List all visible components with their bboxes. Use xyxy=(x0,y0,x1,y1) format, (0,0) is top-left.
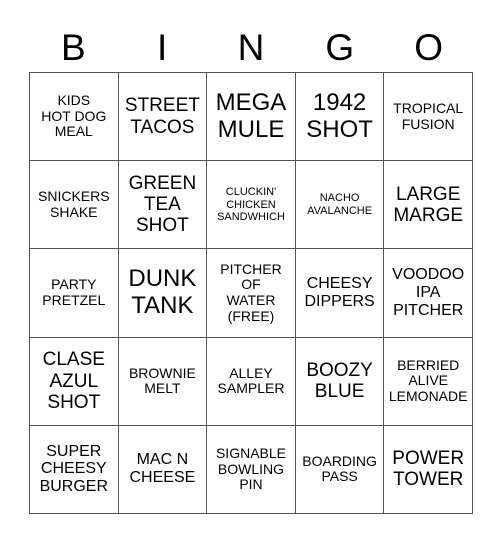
bingo-cell-label: TROPICAL FUSION xyxy=(393,99,464,132)
bingo-cell-label: STREET TACOS xyxy=(124,95,200,138)
bingo-cell[interactable]: CHEESY DIPPERS xyxy=(295,249,385,338)
bingo-cell[interactable]: BERRIED ALIVE LEMONADE xyxy=(384,337,473,426)
bingo-cell[interactable]: BOOZY BLUE xyxy=(295,337,385,426)
bingo-cell[interactable]: MEGA MULE xyxy=(207,73,296,162)
bingo-header: B I N G O xyxy=(29,24,473,72)
bingo-cell[interactable]: KIDS HOT DOG MEAL xyxy=(30,73,119,162)
bingo-cell-label: CLUCKIN' CHICKEN SANDWHICH xyxy=(217,186,285,223)
bingo-cell[interactable]: MAC N CHEESE xyxy=(118,425,208,514)
bingo-cell[interactable]: NACHO AVALANCHE xyxy=(295,161,385,250)
bingo-cell-label: GREEN TEA SHOT xyxy=(128,172,197,237)
bingo-cell[interactable]: STREET TACOS xyxy=(118,73,208,162)
bingo-cell-label: BERRIED ALIVE LEMONADE xyxy=(388,356,468,405)
header-letter-b: B xyxy=(61,27,86,68)
bingo-cell-label: BOARDING PASS xyxy=(302,452,377,485)
bingo-cell[interactable]: VOODOO IPA PITCHER xyxy=(384,249,473,338)
header-letter-i: I xyxy=(157,27,168,68)
bingo-cell-label: BOOZY BLUE xyxy=(306,359,373,403)
bingo-cell-label: DUNK TANK xyxy=(128,265,197,319)
bingo-grid: KIDS HOT DOG MEAL STREET TACOS MEGA MULE 19… xyxy=(29,72,473,514)
bingo-cell[interactable]: SIGNABLE BOWLING PIN xyxy=(207,425,296,514)
bingo-cell-label: NACHO AVALANCHE xyxy=(307,192,373,217)
bingo-cell[interactable]: BROWNIE MELT xyxy=(118,337,208,426)
bingo-cell[interactable]: LARGE MARGE xyxy=(384,161,473,250)
bingo-cell-label: ALLEY SAMPLER xyxy=(217,364,285,397)
bingo-cell[interactable]: PITCHER OF WATER (FREE) xyxy=(207,249,296,338)
bingo-cell[interactable]: DUNK TANK xyxy=(118,249,208,338)
bingo-cell[interactable]: CLUCKIN' CHICKEN SANDWHICH xyxy=(207,161,296,250)
bingo-cell-label: VOODOO IPA PITCHER xyxy=(392,266,465,319)
bingo-cell[interactable]: SNICKERS SHAKE xyxy=(30,161,119,250)
bingo-cell-label: PITCHER OF WATER (FREE) xyxy=(220,260,282,324)
bingo-cell-label: POWER TOWER xyxy=(392,448,465,491)
bingo-cell-label: MAC N CHEESE xyxy=(129,451,196,487)
bingo-cell-label: SNICKERS SHAKE xyxy=(38,188,110,220)
bingo-cell-label: 1942 SHOT xyxy=(306,88,373,143)
bingo-cell-label: SIGNABLE BOWLING PIN xyxy=(215,444,286,493)
bingo-cell-label: CHEESY DIPPERS xyxy=(304,275,375,310)
header-letter-n: N xyxy=(237,27,265,68)
bingo-cell-label: MEGA MULE xyxy=(215,88,287,143)
bingo-cell[interactable]: TROPICAL FUSION xyxy=(384,73,473,162)
bingo-cell[interactable]: GREEN TEA SHOT xyxy=(118,161,208,250)
bingo-cell-label: CLASE AZUL SHOT xyxy=(42,349,105,413)
bingo-cell-label: BROWNIE MELT xyxy=(128,364,196,397)
bingo-cell-label: PARTY PRETZEL xyxy=(42,276,106,308)
header-letter-g: G xyxy=(325,27,355,68)
bingo-cell[interactable]: SUPER CHEESY BURGER xyxy=(30,425,119,514)
bingo-cell-label: LARGE MARGE xyxy=(393,183,464,226)
bingo-cell[interactable]: BOARDING PASS xyxy=(295,425,385,514)
bingo-cell[interactable]: ALLEY SAMPLER xyxy=(207,337,296,426)
bingo-cell[interactable]: CLASE AZUL SHOT xyxy=(30,337,119,426)
bingo-cell[interactable]: POWER TOWER xyxy=(384,425,473,514)
header-letter-o: O xyxy=(414,27,443,68)
bingo-cell-label: SUPER CHEESY BURGER xyxy=(39,442,109,496)
bingo-cell-label: KIDS HOT DOG MEAL xyxy=(41,92,107,140)
bingo-cell[interactable]: 1942 SHOT xyxy=(295,73,385,162)
bingo-cell[interactable]: PARTY PRETZEL xyxy=(30,249,119,338)
